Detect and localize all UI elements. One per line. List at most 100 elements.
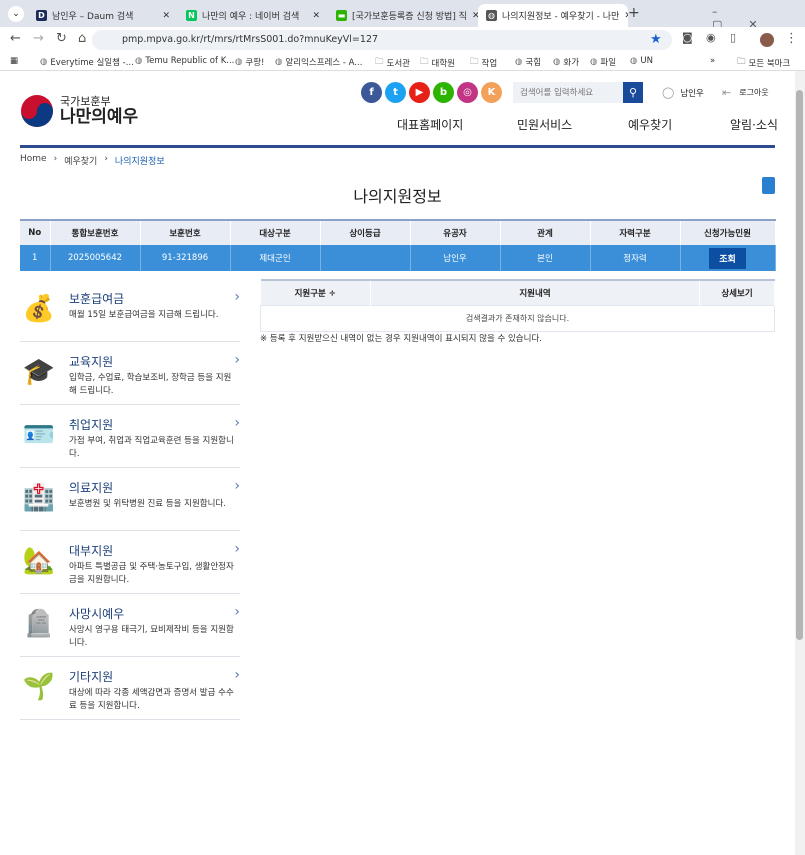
more-bookmarks-icon[interactable]: » — [710, 56, 715, 66]
notice-text: ※ 등록 후 지원받으신 내역이 없는 경우 지원내역이 표시되지 않을 수 있… — [260, 334, 542, 344]
browser-tab[interactable]: D 남인우 – Daum 검색 ✕ — [28, 4, 178, 27]
kakao-icon[interactable]: K — [481, 82, 502, 103]
chevron-right-icon: › — [234, 667, 240, 683]
tab-favicon-icon: ▬ — [336, 10, 347, 21]
support-desc: 대상에 따라 각종 세액감면과 증명서 발급 수수료 등을 지원합니다. — [69, 688, 234, 711]
nav-news[interactable]: 알림·소식 — [730, 116, 778, 133]
breadcrumb: Home › 예우찾기 › 나의지원정보 — [20, 154, 165, 167]
bookmark-item[interactable]: ◍ 쿠팡! — [235, 56, 264, 68]
user-icon: ◯ — [662, 86, 675, 99]
header-divider — [20, 145, 775, 148]
logo-bottom-text: 나만의예우 — [60, 106, 139, 127]
browser-tab[interactable]: N 나만의 예우 : 네이버 검색 ✕ — [178, 4, 328, 27]
tab-label: 나만의 예우 : 네이버 검색 — [202, 12, 300, 22]
blog-icon[interactable]: b — [433, 82, 454, 103]
support-desc: 사망시 영구용 태극기, 묘비제작비 등을 지원합니다. — [69, 625, 234, 648]
chevron-right-icon: › — [234, 352, 240, 368]
search-input[interactable] — [513, 82, 623, 103]
bookmark-item[interactable]: 🗀 대학원 — [420, 56, 455, 70]
nav-services[interactable]: 민원서비스 — [517, 116, 572, 133]
apps-icon[interactable]: ▦ — [10, 56, 18, 66]
empty-result: 검색결과가 존재하지 않습니다. — [260, 304, 775, 332]
chevron-right-icon: › — [234, 289, 240, 305]
support-desc: 보훈병원 및 위탁병원 진료 등을 지원합니다. — [69, 499, 226, 509]
new-tab-button[interactable]: + — [628, 5, 640, 21]
bookmark-star-icon[interactable]: ★ — [650, 32, 662, 47]
reload-icon[interactable]: ↻ — [56, 31, 67, 46]
support-icon: 🪦 — [22, 609, 56, 639]
profile-avatar[interactable] — [760, 33, 774, 47]
support-item[interactable]: 🏥 의료지원 보훈병원 및 위탁병원 진료 등을 지원합니다. › — [20, 468, 240, 531]
bookmark-icon: ◍ — [40, 57, 48, 67]
table-cell: 1 — [20, 245, 51, 271]
youtube-icon[interactable]: ▶ — [409, 82, 430, 103]
table-cell: 조회 — [680, 245, 776, 271]
print-document-icon[interactable] — [762, 177, 775, 194]
bookmark-item[interactable]: ◍ Temu Republic of K... — [135, 56, 234, 66]
extension-icon[interactable]: ◉ — [706, 31, 716, 44]
bookmark-icon: ◍ — [553, 57, 561, 67]
bookmark-item[interactable]: ◍ UN — [630, 56, 653, 66]
close-tab-icon[interactable]: ✕ — [312, 11, 320, 21]
logo[interactable]: 국가보훈부 나만의예우 — [20, 94, 138, 128]
support-title: 교육지원 — [69, 355, 114, 369]
table-cell: 제대군인 — [230, 245, 321, 271]
support-item[interactable]: 🪪 취업지원 가점 부여, 취업과 직업교육훈련 등을 지원합니다. › — [20, 405, 240, 468]
twitter-icon[interactable]: t — [385, 82, 406, 103]
all-bookmarks[interactable]: 🗀 모든 북마크 — [737, 56, 790, 70]
address-bar[interactable]: pmp.mpva.go.kr/rt/mrs/rtMrsS001.do?mnuKe… — [92, 30, 672, 50]
tab-list-button[interactable]: ⌄ — [8, 6, 24, 22]
table-row[interactable]: 1 2025005642 91-321896 제대군인 남인우 본인 정자력 조회 — [20, 245, 776, 271]
support-item[interactable]: 🏡 대부지원 아파트 특별공급 및 주택·농토구입, 생활안정자금을 지원합니다. › — [20, 531, 240, 594]
scrollbar-thumb[interactable] — [796, 90, 803, 640]
camera-icon[interactable]: ◙ — [682, 31, 693, 44]
support-desc: 입학금, 수업료, 학습보조비, 장학금 등을 지원해 드립니다. — [69, 373, 232, 396]
bookmark-item[interactable]: ◍ 국힘 — [515, 56, 541, 68]
support-item[interactable]: 🌱 기타지원 대상에 따라 각종 세액감면과 증명서 발급 수수료 등을 지원합니다… — [20, 657, 240, 720]
support-item[interactable]: 🪦 사망시예우 사망시 영구용 태극기, 묘비제작비 등을 지원합니다. › — [20, 594, 240, 657]
bookmark-icon: 🗀 — [470, 57, 479, 67]
back-icon[interactable]: ← — [10, 31, 21, 46]
bookmark-icon: ◍ — [135, 56, 143, 66]
bookmark-item[interactable]: ◍ 알리익스프레스 - A... — [275, 56, 362, 68]
support-item[interactable]: 💰 보훈급여금 매월 15일 보훈급여금을 지급해 드립니다. › — [20, 279, 240, 342]
support-title: 대부지원 — [69, 544, 114, 558]
support-history-table: 지원구분 ÷ 지원내역 상세보기 검색결과가 존재하지 않습니다. — [260, 279, 775, 332]
tab-label: 나의지원정보 - 예우찾기 - 나만 — [502, 12, 620, 22]
bookmark-item[interactable]: ◍ 화가 — [553, 56, 579, 68]
breadcrumb-home[interactable]: Home — [20, 154, 47, 167]
chevron-right-icon: › — [234, 541, 240, 557]
bookmark-item[interactable]: 🗀 작업 — [470, 56, 497, 70]
nav-find-benefits[interactable]: 예우찾기 — [628, 116, 672, 133]
search-button[interactable]: ⚲ — [623, 82, 643, 103]
bookmark-item[interactable]: ◍ Everytime 실일챔 -... — [40, 56, 134, 68]
puzzle-icon[interactable]: ▯ — [730, 31, 736, 44]
close-tab-icon[interactable]: ✕ — [162, 11, 170, 21]
bookmark-icon: ◍ — [235, 57, 243, 67]
bookmark-item[interactable]: 🗀 도서관 — [375, 56, 410, 70]
support-title: 보훈급여금 — [69, 292, 125, 306]
nav-home[interactable]: 대표홈페이지 — [397, 116, 463, 133]
logout-button[interactable]: ⇤ 로그아웃 — [722, 86, 769, 99]
table-cell: 본인 — [500, 245, 591, 271]
col-support-type[interactable]: 지원구분 ÷ — [260, 280, 371, 305]
forward-icon[interactable]: → — [33, 31, 44, 46]
bookmark-item[interactable]: ◍ 파일 — [590, 56, 616, 68]
breadcrumb-current[interactable]: 나의지원정보 — [115, 154, 165, 167]
facebook-icon[interactable]: f — [361, 82, 382, 103]
view-button[interactable]: 조회 — [709, 247, 746, 269]
breadcrumb-find[interactable]: 예우찾기 — [64, 154, 97, 167]
support-icon: 🏡 — [22, 546, 56, 576]
bookmark-icon: 🗀 — [420, 57, 429, 67]
col-view-detail: 상세보기 — [699, 280, 775, 305]
user-info[interactable]: ◯ 남인우 — [662, 86, 704, 99]
support-item[interactable]: 🎓 교육지원 입학금, 수업료, 학습보조비, 장학금 등을 지원해 드립니다. › — [20, 342, 240, 405]
chevron-right-icon: › — [234, 604, 240, 620]
column-header: No — [20, 220, 51, 245]
browser-tab[interactable]: ▬ [국가보훈등록증 신청 방법] 직 ✕ — [328, 4, 478, 27]
instagram-icon[interactable]: ◎ — [457, 82, 478, 103]
browser-tab[interactable]: ◍ 나의지원정보 - 예우찾기 - 나만 ✕ — [478, 4, 628, 27]
home-icon[interactable]: ⌂ — [78, 31, 86, 46]
close-tab-icon[interactable]: ✕ — [624, 11, 628, 21]
menu-icon[interactable]: ⋮ — [785, 31, 798, 46]
